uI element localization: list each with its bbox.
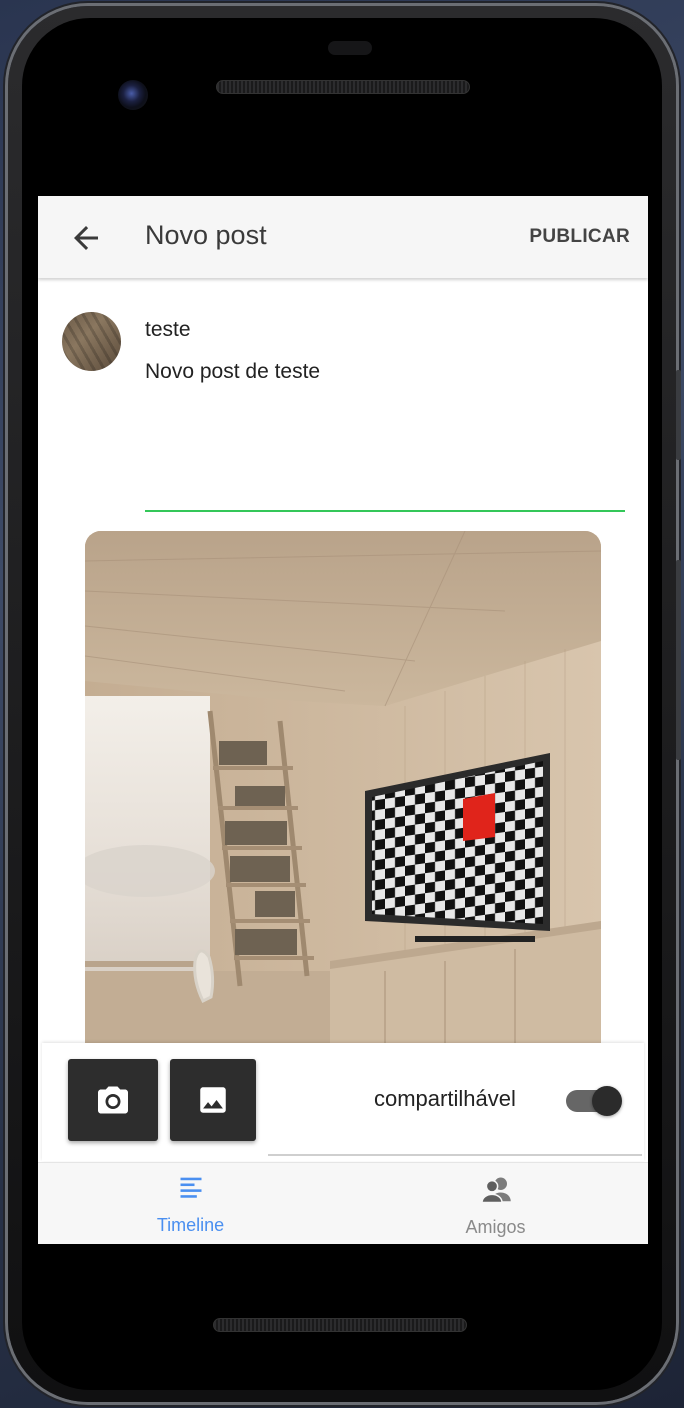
bottom-navigation: Timeline Amigos xyxy=(38,1162,648,1244)
panel-divider xyxy=(268,1154,642,1156)
nav-label-timeline: Timeline xyxy=(156,1215,225,1235)
friends-icon xyxy=(481,1177,511,1204)
username: teste xyxy=(145,318,191,341)
image-icon xyxy=(200,1087,226,1113)
input-underline xyxy=(145,510,625,512)
camera-button[interactable] xyxy=(68,1059,158,1141)
nav-item-amigos[interactable]: Amigos xyxy=(343,1163,648,1244)
front-camera xyxy=(118,80,148,110)
volume-button xyxy=(676,370,681,460)
shareable-toggle-thumb[interactable] xyxy=(592,1086,622,1116)
power-button xyxy=(676,560,681,760)
nav-item-timeline[interactable]: Timeline xyxy=(38,1163,343,1244)
gallery-button[interactable] xyxy=(170,1059,256,1141)
app-screen: Novo post PUBLICAR teste Novo post de te… xyxy=(38,196,648,1244)
shareable-label: compartilhável xyxy=(374,1086,516,1111)
post-photo xyxy=(85,531,601,1051)
publish-button[interactable]: PUBLICAR xyxy=(529,226,630,248)
camera-icon xyxy=(98,1086,128,1114)
proximity-sensor xyxy=(328,41,372,55)
page-title: Novo post xyxy=(145,220,267,250)
user-avatar xyxy=(62,312,121,371)
back-arrow-icon[interactable] xyxy=(68,220,104,256)
bottom-action-panel: compartilhável xyxy=(42,1043,644,1161)
top-speaker xyxy=(216,80,470,94)
bottom-speaker xyxy=(213,1318,467,1332)
nav-label-amigos: Amigos xyxy=(465,1217,526,1237)
post-text-input[interactable]: Novo post de teste xyxy=(145,360,320,384)
app-bar: Novo post PUBLICAR xyxy=(38,196,648,278)
timeline-icon xyxy=(180,1177,202,1198)
